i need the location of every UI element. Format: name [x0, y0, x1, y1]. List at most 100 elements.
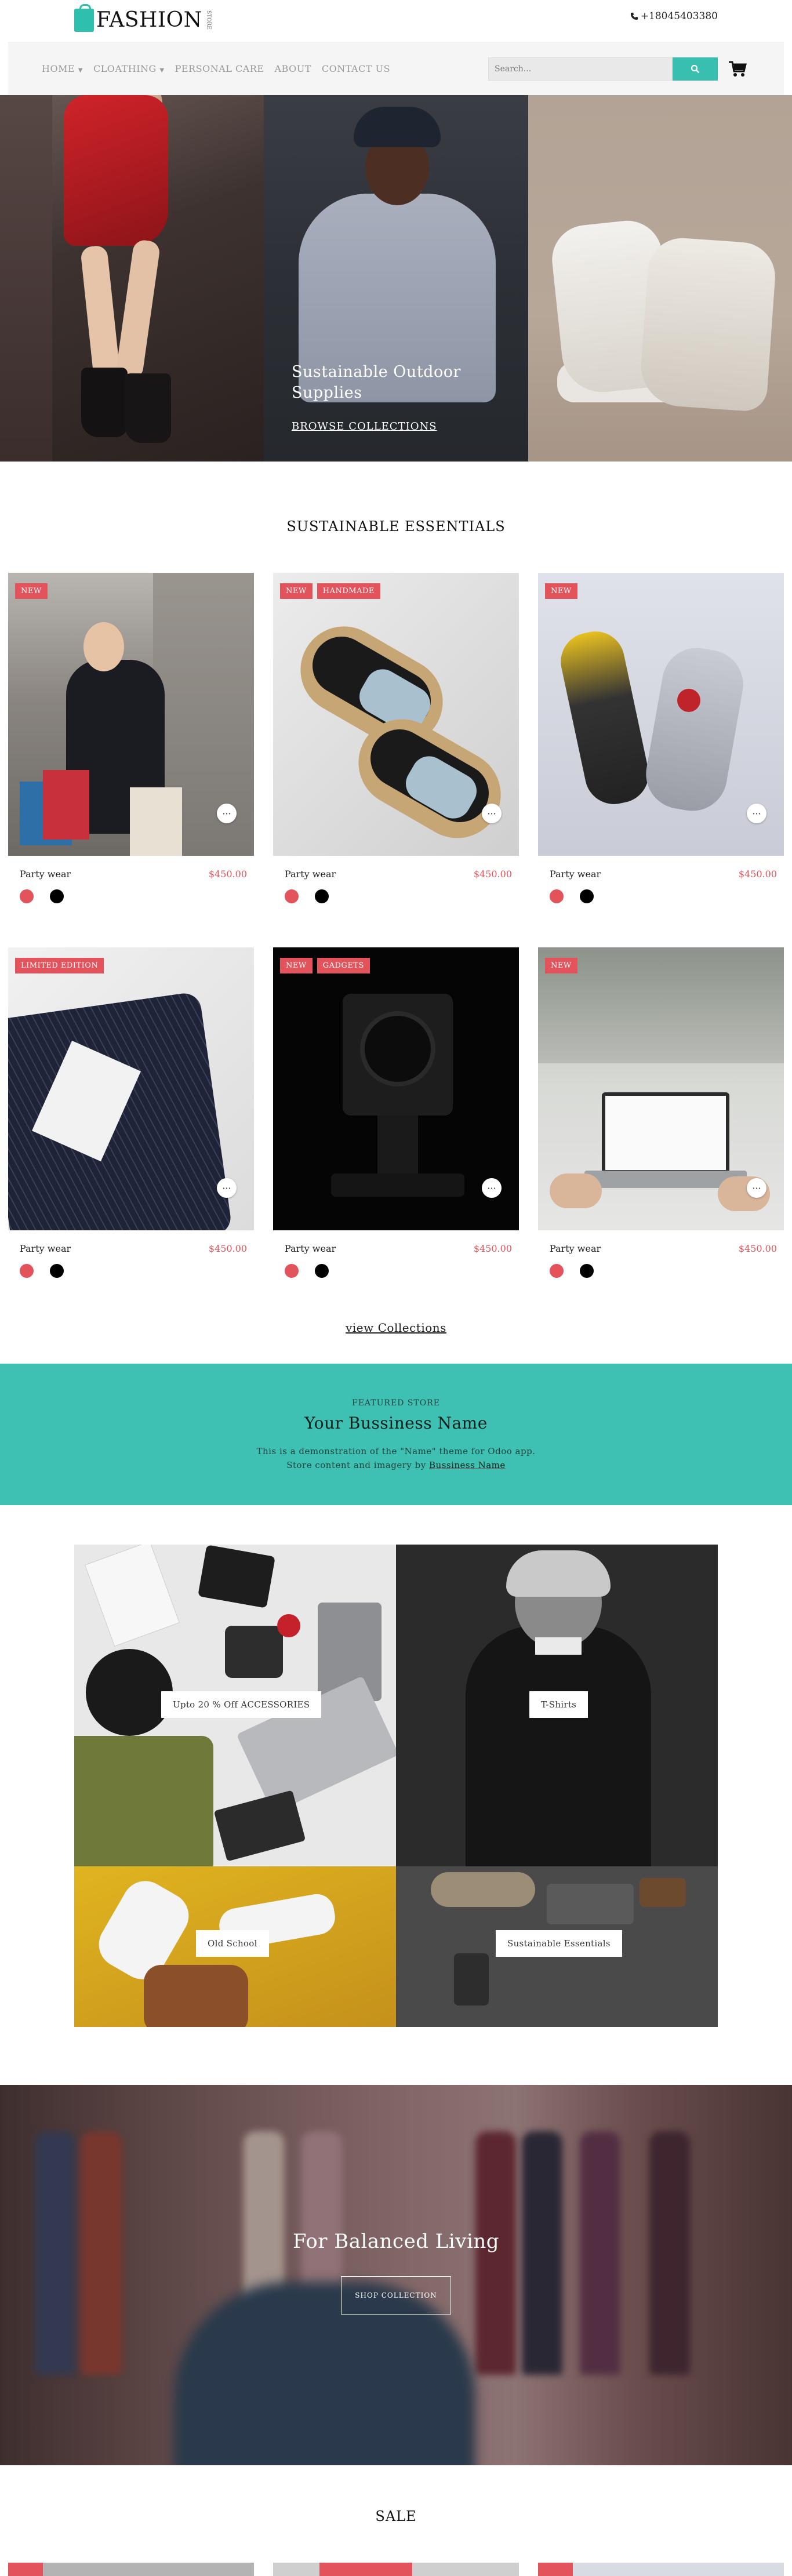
featured-kicker: FEATURED STORE: [351, 1398, 441, 1408]
tile-label[interactable]: Upto 20 % Off ACCESSORIES: [161, 1691, 322, 1718]
product-image[interactable]: NEW GADGETS ···: [273, 947, 519, 1230]
badge: GADGETS: [317, 958, 370, 973]
product-card[interactable]: NEW HANDMADE ··· Party wear $450.00: [273, 573, 519, 944]
featured-text-line: Store content and imagery by: [286, 1460, 426, 1470]
swatch-red[interactable]: [550, 889, 564, 903]
hero-title-line: Supplies: [292, 384, 362, 402]
sale-product-grid: [8, 2563, 784, 2576]
ellipsis-icon[interactable]: ···: [747, 804, 766, 823]
badge: NEW: [545, 958, 577, 973]
product-price: $450.00: [473, 1243, 512, 1254]
search-form: [488, 57, 743, 81]
hero-banner: Sustainable Outdoor Supplies BROWSE COLL…: [0, 95, 792, 462]
badge-group: NEW: [15, 583, 48, 599]
nav-item-about[interactable]: ABOUT: [274, 63, 311, 74]
tile-label[interactable]: Sustainable Essentials: [496, 1930, 622, 1957]
product-name[interactable]: Party wear: [20, 869, 71, 880]
business-name-link[interactable]: Bussiness Name: [429, 1460, 506, 1470]
badge-group: NEW HANDMADE: [280, 583, 380, 599]
ellipsis-icon[interactable]: ···: [217, 1178, 237, 1198]
product-card[interactable]: LIMITED EDITION ··· Party wear $450.00: [8, 947, 254, 1318]
product-name[interactable]: Party wear: [550, 869, 601, 880]
badge: NEW: [545, 583, 577, 599]
browse-collections-link[interactable]: BROWSE COLLECTIONS: [292, 420, 437, 433]
sale-product-card[interactable]: [273, 2563, 519, 2576]
badge: NEW: [15, 583, 48, 599]
swatch-red[interactable]: [20, 1264, 34, 1278]
badge-group: NEW: [545, 583, 577, 599]
search-button[interactable]: [673, 57, 718, 81]
badge: NEW: [280, 583, 313, 599]
view-collections-link[interactable]: view Collections: [0, 1321, 792, 1335]
search-input[interactable]: [488, 57, 673, 81]
product-name[interactable]: Party wear: [550, 1243, 601, 1254]
color-swatches: [20, 1264, 64, 1278]
product-card[interactable]: NEW ··· Party wear $450.00: [538, 947, 784, 1318]
category-collage: Upto 20 % Off ACCESSORIES T-Shirts Old S…: [74, 1545, 718, 2027]
swatch-black[interactable]: [315, 889, 329, 903]
product-name[interactable]: Party wear: [20, 1243, 71, 1254]
navbar: HOME ▼ CLOATHING ▼ PERSONAL CARE ABOUT C…: [8, 42, 784, 95]
phone-contact[interactable]: +18045403380: [630, 10, 718, 22]
nav-item-contact-us[interactable]: CONTACT US: [322, 63, 390, 74]
product-card[interactable]: NEW ··· Party wear $450.00: [8, 573, 254, 944]
logo[interactable]: FASHION STORE: [74, 3, 212, 32]
sale-product-card[interactable]: [8, 2563, 254, 2576]
nav-item-personal-care[interactable]: PERSONAL CARE: [175, 63, 264, 74]
product-card[interactable]: NEW GADGETS ··· Party wear $450.00: [273, 947, 519, 1318]
badge-group: NEW GADGETS: [280, 958, 370, 973]
nav-menu: HOME ▼ CLOATHING ▼ PERSONAL CARE ABOUT C…: [42, 63, 390, 74]
badge: LIMITED EDITION: [15, 958, 104, 973]
badge: HANDMADE: [317, 583, 380, 599]
tile-accessories[interactable]: Upto 20 % Off ACCESSORIES: [74, 1545, 396, 1866]
ellipsis-icon[interactable]: ···: [482, 1178, 502, 1198]
swatch-red[interactable]: [285, 889, 299, 903]
tile-label[interactable]: Old School: [196, 1930, 269, 1957]
swatch-black[interactable]: [50, 889, 64, 903]
product-image[interactable]: NEW ···: [538, 573, 784, 856]
logo-subtext: STORE: [205, 10, 212, 30]
product-image[interactable]: NEW ···: [8, 573, 254, 856]
shop-collection-button[interactable]: SHOP COLLECTION: [341, 2276, 451, 2315]
product-name[interactable]: Party wear: [285, 1243, 336, 1254]
color-swatches: [550, 1264, 594, 1278]
hero-title-line: Sustainable Outdoor: [292, 363, 461, 381]
search-icon: [691, 64, 700, 74]
product-name[interactable]: Party wear: [285, 869, 336, 880]
ellipsis-icon[interactable]: ···: [747, 1178, 766, 1198]
product-image[interactable]: NEW ···: [538, 947, 784, 1230]
nav-item-label: HOME: [42, 63, 75, 74]
hero-image-middle: Sustainable Outdoor Supplies BROWSE COLL…: [264, 95, 528, 462]
product-image[interactable]: NEW HANDMADE ···: [273, 573, 519, 856]
hero-image-right: [528, 95, 792, 462]
nav-item-home[interactable]: HOME ▼: [42, 63, 83, 74]
tile-old-school[interactable]: Old School: [74, 1866, 396, 2027]
product-price: $450.00: [738, 869, 777, 880]
promo-title: For Balanced Living: [293, 2230, 499, 2253]
color-swatches: [20, 889, 64, 903]
featured-text-line: This is a demonstration of the "Name" th…: [256, 1446, 536, 1456]
cart-icon[interactable]: [727, 59, 748, 79]
swatch-black[interactable]: [315, 1264, 329, 1278]
sale-product-card[interactable]: [538, 2563, 784, 2576]
swatch-black[interactable]: [580, 1264, 594, 1278]
tile-t-shirts[interactable]: T-Shirts: [396, 1545, 718, 1866]
product-image[interactable]: LIMITED EDITION ···: [8, 947, 254, 1230]
badge-group: LIMITED EDITION: [15, 958, 104, 973]
tile-label[interactable]: T-Shirts: [529, 1691, 588, 1718]
swatch-red[interactable]: [20, 889, 34, 903]
nav-item-cloathing[interactable]: CLOATHING ▼: [93, 63, 165, 74]
promo-banner: For Balanced Living SHOP COLLECTION: [0, 2085, 792, 2465]
swatch-black[interactable]: [580, 889, 594, 903]
swatch-black[interactable]: [50, 1264, 64, 1278]
swatch-red[interactable]: [550, 1264, 564, 1278]
ellipsis-icon[interactable]: ···: [482, 804, 502, 823]
top-bar: FASHION STORE +18045403380: [0, 0, 792, 42]
hero-caption: Sustainable Outdoor Supplies BROWSE COLL…: [292, 362, 461, 433]
product-price: $450.00: [738, 1243, 777, 1254]
swatch-red[interactable]: [285, 1264, 299, 1278]
product-card[interactable]: NEW ··· Party wear $450.00: [538, 573, 784, 944]
ellipsis-icon[interactable]: ···: [217, 804, 237, 823]
tile-sustainable-essentials[interactable]: Sustainable Essentials: [396, 1866, 718, 2027]
badge: NEW: [280, 958, 313, 973]
